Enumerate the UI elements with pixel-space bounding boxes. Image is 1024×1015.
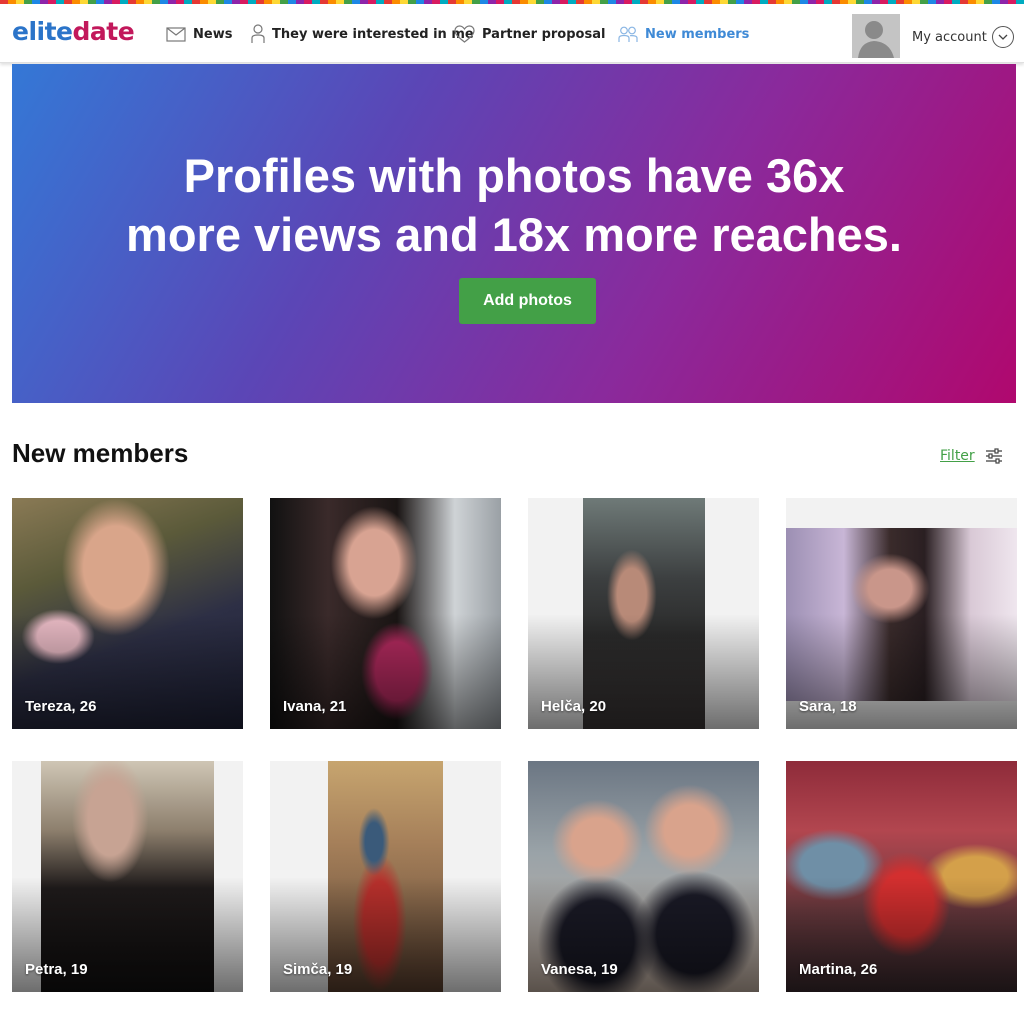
member-name: Sara, 18	[799, 698, 857, 715]
nav-news[interactable]: News	[166, 22, 232, 46]
envelope-icon	[166, 26, 186, 42]
member-card[interactable]: Ivana, 21	[270, 498, 501, 729]
member-name: Tereza, 26	[25, 698, 97, 715]
filter-link[interactable]: Filter	[940, 448, 1003, 464]
banner-line-1: Profiles with photos have 36x	[183, 149, 845, 202]
member-card[interactable]: Helča, 20	[528, 498, 759, 729]
nav-news-label: News	[193, 26, 233, 42]
logo-part-elite: elite	[12, 17, 73, 46]
section-title: New members	[12, 438, 189, 468]
banner-headline: Profiles with photos have 36x more views…	[12, 146, 1016, 264]
member-card[interactable]: Simča, 19	[270, 761, 501, 992]
member-card[interactable]: Martina, 26	[786, 761, 1017, 992]
people-icon	[618, 26, 638, 42]
person-icon	[251, 24, 265, 43]
sliders-icon	[985, 448, 1002, 464]
top-navbar: elitedate News They were interested in m…	[0, 4, 1024, 63]
nav-interested-in-me[interactable]: They were interested in me	[251, 22, 474, 46]
member-card[interactable]: Petra, 19	[12, 761, 243, 992]
nav-interested-label: They were interested in me	[272, 26, 474, 42]
add-photos-button[interactable]: Add photos	[459, 278, 596, 324]
promo-banner: Profiles with photos have 36x more views…	[12, 64, 1016, 403]
filter-label: Filter	[940, 448, 975, 464]
member-name: Helča, 20	[541, 698, 607, 715]
member-name: Ivana, 21	[283, 698, 347, 715]
member-card[interactable]: Sara, 18	[786, 498, 1017, 729]
member-name: Vanesa, 19	[541, 961, 618, 978]
member-card[interactable]: Vanesa, 19	[528, 761, 759, 992]
member-card[interactable]: Tereza, 26	[12, 498, 243, 729]
member-name: Simča, 19	[283, 961, 353, 978]
brand-logo[interactable]: elitedate	[12, 17, 135, 46]
member-name: Martina, 26	[799, 961, 878, 978]
my-account-menu[interactable]: My account	[912, 26, 1014, 48]
chevron-down-icon	[991, 26, 1014, 48]
nav-new-members[interactable]: New members	[618, 22, 749, 46]
my-account-label: My account	[912, 29, 987, 45]
heart-icon	[454, 25, 475, 43]
member-name: Petra, 19	[25, 961, 88, 978]
user-avatar[interactable]	[852, 14, 900, 58]
nav-new-members-label: New members	[645, 26, 750, 42]
nav-partner-label: Partner proposal	[482, 26, 606, 42]
nav-partner-proposal[interactable]: Partner proposal	[454, 22, 605, 46]
avatar-silhouette-icon	[852, 14, 900, 58]
banner-line-2: more views and 18x more reaches.	[126, 208, 902, 261]
logo-part-date: date	[72, 17, 135, 46]
